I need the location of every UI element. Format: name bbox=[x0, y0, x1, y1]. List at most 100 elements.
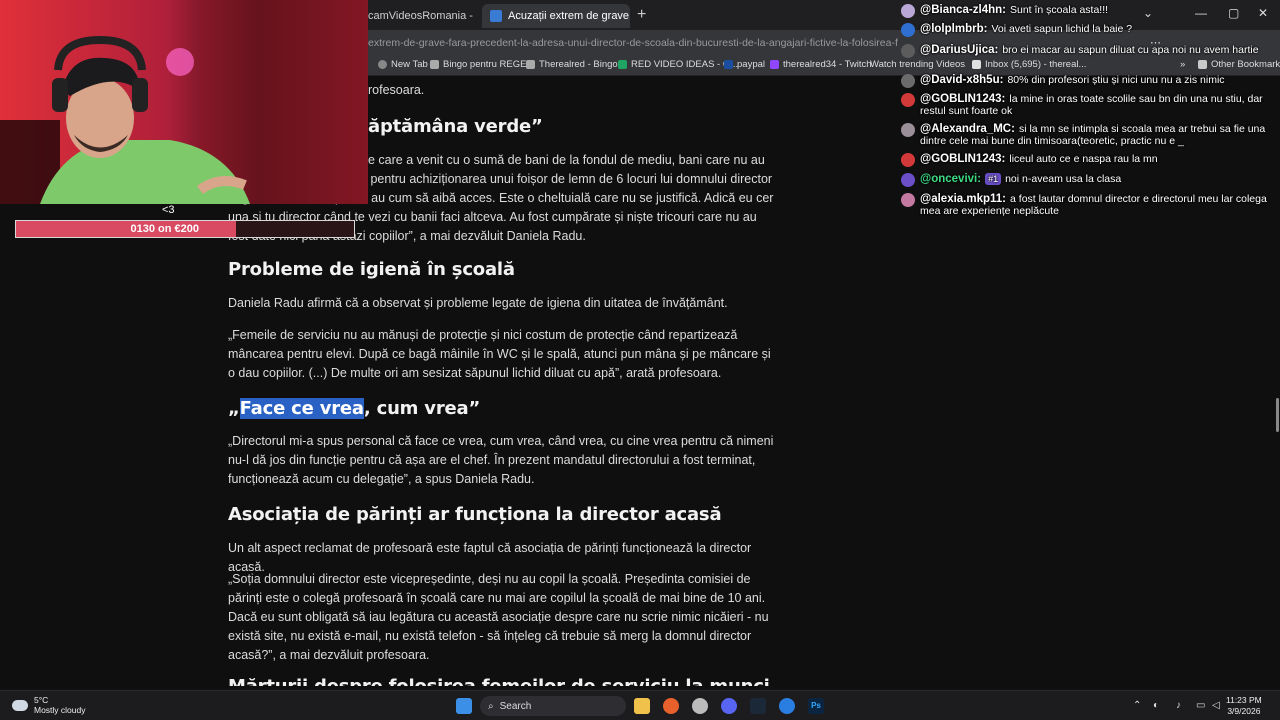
paragraph-director-quote: „Directorul mi-a spus personal că face c… bbox=[228, 434, 774, 486]
avatar bbox=[901, 4, 915, 18]
chat-username: @alexia.mkp11: bbox=[920, 193, 1007, 205]
avatar bbox=[901, 23, 915, 37]
chat-badge: #1 bbox=[985, 173, 1002, 185]
bookmark-new-tab[interactable]: New Tab bbox=[378, 59, 428, 70]
windows-start-icon[interactable] bbox=[456, 698, 472, 714]
bookmark-bingo-rege[interactable]: Bingo pentru REGE bbox=[430, 59, 526, 70]
chat-message: @David-x8h5u: 80% din profesori știu și n… bbox=[898, 74, 1280, 88]
search-label: Search bbox=[499, 700, 532, 712]
discord-icon[interactable] bbox=[721, 698, 737, 714]
taskbar-search[interactable]: ⌕ Search bbox=[480, 696, 626, 716]
paragraph-association-quote: „Soția domnului director este vicepreșed… bbox=[228, 572, 769, 662]
chat-message: @oncevivi: #1 noi n-aveam usa la clasa bbox=[898, 173, 1280, 187]
selected-text[interactable]: Face ce vrea bbox=[239, 398, 364, 419]
clock-time: 11:23 PM bbox=[1226, 695, 1262, 705]
chat-text: Sunt în școala asta!!! bbox=[1009, 4, 1109, 16]
bookmark-paypal[interactable]: paypal bbox=[724, 59, 765, 70]
heading-parents-association: Asociația de părinți ar funcționa la dir… bbox=[228, 504, 722, 525]
site-favicon-icon bbox=[490, 10, 502, 22]
heading-quote-mark: „ bbox=[228, 398, 240, 419]
heading-cut-off: Mărturii despre folosirea femeilor de se… bbox=[228, 676, 776, 686]
bookmark-red-video-ideas[interactable]: RED VIDEO IDEAS - G... bbox=[618, 59, 738, 70]
chat-username: @David-x8h5u: bbox=[920, 74, 1004, 86]
tray-overflow-icon[interactable]: ⌃ bbox=[1133, 700, 1141, 711]
heading-saptamana-verde: ăptămâna verde” bbox=[368, 116, 543, 137]
chat-message: @Alexandra_MC: si la mn se intimpla si sc… bbox=[898, 123, 1280, 147]
display-icon[interactable]: ▭ bbox=[1196, 700, 1205, 711]
donation-goal-fill bbox=[16, 221, 236, 237]
avatar bbox=[901, 193, 915, 207]
page-icon bbox=[430, 60, 439, 69]
screen: camVideosRomania - YouT Acuzații extrem … bbox=[0, 0, 1280, 720]
chat-message: @Bianca-zl4hn: Sunt în școala asta!!! bbox=[898, 4, 1280, 18]
firefox-icon[interactable] bbox=[663, 698, 679, 714]
file-explorer-icon[interactable] bbox=[634, 698, 650, 714]
weather-temp: 5°C bbox=[34, 695, 49, 705]
webcam-image bbox=[0, 0, 368, 204]
tab-article[interactable]: Acuzații extrem de grave, fără p ✕ bbox=[482, 4, 630, 28]
avatar bbox=[901, 153, 915, 167]
globe-icon bbox=[378, 60, 387, 69]
bookmark-therealred-bingos[interactable]: Therealred - Bingos bbox=[526, 59, 622, 70]
bookmark-label: paypal bbox=[737, 59, 765, 70]
paypal-icon bbox=[724, 60, 733, 69]
tab-label: camVideosRomania - YouT bbox=[368, 10, 476, 22]
bookmark-label: Bingo pentru REGE bbox=[443, 59, 527, 70]
heading-rest: , cum vrea” bbox=[363, 398, 481, 419]
avatar bbox=[901, 93, 915, 107]
taskbar: 5°C Mostly cloudy ⌕ Search Ps ⌃ ◐ ♪ ▭ ◁ … bbox=[0, 690, 1280, 720]
chat-username: @oncevivi: bbox=[920, 173, 982, 185]
bookmark-label: New Tab bbox=[391, 59, 428, 70]
chat-text: noi n-aveam usa la clasa bbox=[1005, 173, 1122, 185]
mic-icon[interactable]: ♪ bbox=[1176, 700, 1181, 711]
chat-message: @lolplmbrb: Voi aveti sapun lichid la bai… bbox=[898, 23, 1280, 37]
chat-username: @GOBLIN1243: bbox=[920, 93, 1006, 105]
chat-message: @alexia.mkp11: a fost lautar domnul direc… bbox=[898, 193, 1280, 217]
chat-text: Voi aveti sapun lichid la baie ? bbox=[991, 23, 1133, 35]
chat-overlay: @Bianca-zl4hn: Sunt în școala asta!!! @lol… bbox=[898, 0, 1280, 230]
heading-hygiene: Probleme de igienă în școală bbox=[228, 259, 515, 280]
heart-emote: <3 bbox=[162, 204, 175, 216]
app-icon[interactable] bbox=[779, 698, 795, 714]
cloud-icon bbox=[12, 699, 28, 711]
bookmark-label: therealred34 - Twitch bbox=[783, 59, 872, 70]
chat-text: liceul auto ce e naspa rau la mn bbox=[1009, 153, 1158, 165]
paragraph-hygiene-intro: Daniela Radu afirmă că a observat și pro… bbox=[228, 296, 728, 310]
webcam-overlay bbox=[0, 0, 368, 204]
system-clock[interactable]: 11:23 PM 3/9/2026 bbox=[1226, 695, 1262, 717]
avatar bbox=[901, 44, 915, 58]
chat-username: @DariusUjica: bbox=[920, 44, 999, 56]
chat-text: 80% din profesori știu și nici unu nu a … bbox=[1007, 74, 1225, 86]
chat-username: @Alexandra_MC: bbox=[920, 123, 1015, 135]
volume-icon[interactable]: ◁ bbox=[1212, 700, 1220, 711]
chat-text: bro ei macar au sapun diluat cu apa noi … bbox=[1002, 44, 1259, 56]
new-tab-button[interactable]: + bbox=[637, 6, 646, 24]
bookmark-label: RED VIDEO IDEAS - G... bbox=[631, 59, 739, 70]
chat-message: @GOBLIN1243: la mine in oras toate scolil… bbox=[898, 93, 1280, 117]
bookmark-label: Therealred - Bingos bbox=[539, 59, 623, 70]
scrollbar-thumb[interactable] bbox=[1276, 398, 1279, 432]
paragraph-hygiene-quote: „Femeile de serviciu nu au mănuși de pro… bbox=[228, 328, 771, 380]
twitch-icon bbox=[770, 60, 779, 69]
chrome-icon[interactable] bbox=[692, 698, 708, 714]
donation-goal-bar: 0130 on €200 bbox=[15, 220, 355, 238]
sheets-icon bbox=[618, 60, 627, 69]
bookmark-twitch[interactable]: therealred34 - Twitch bbox=[770, 59, 872, 70]
chat-username: @Bianca-zl4hn: bbox=[920, 4, 1006, 16]
weather-widget[interactable]: 5°C Mostly cloudy bbox=[12, 695, 86, 715]
clock-date: 3/9/2026 bbox=[1227, 706, 1261, 716]
chat-message: @GOBLIN1243: liceul auto ce e naspa rau l… bbox=[898, 153, 1280, 167]
url-field[interactable]: extrem-de-grave-fara-precedent-la-adresa… bbox=[368, 37, 898, 49]
heading-face-ce-vrea: „Face ce vrea, cum vrea” bbox=[228, 398, 776, 419]
avatar bbox=[901, 173, 915, 187]
chat-username: @lolplmbrb: bbox=[920, 23, 988, 35]
photoshop-icon[interactable]: Ps bbox=[808, 698, 824, 714]
tab-youtube[interactable]: camVideosRomania - YouT bbox=[360, 4, 476, 28]
page-icon bbox=[526, 60, 535, 69]
chat-message: @DariusUjica: bro ei macar au sapun dilua… bbox=[898, 44, 1280, 58]
steam-icon[interactable] bbox=[750, 698, 766, 714]
network-icon[interactable]: ◐ bbox=[1153, 700, 1159, 711]
tab-label: Acuzații extrem de grave, fără p bbox=[508, 10, 630, 22]
chat-username: @GOBLIN1243: bbox=[920, 153, 1006, 165]
paragraph-fragment: rofesoara. bbox=[368, 83, 425, 97]
